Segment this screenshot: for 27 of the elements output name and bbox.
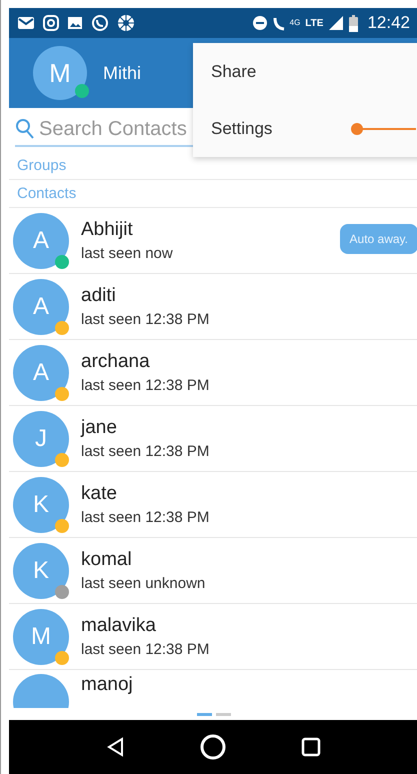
network-type: 4G — [290, 18, 300, 27]
last-seen-text: last seen 12:38 PM — [81, 311, 210, 328]
contact-name: komal — [81, 549, 133, 571]
contact-avatar: J — [13, 410, 69, 466]
last-seen-text: last seen 12:38 PM — [81, 641, 210, 658]
last-seen-text: last seen 12:38 PM — [81, 377, 210, 394]
profile-name: Mithi — [103, 62, 142, 84]
last-seen-text: last seen 12:38 PM — [81, 443, 210, 460]
last-seen-text: last seen 12:38 PM — [81, 509, 210, 526]
contact-avatar: A — [13, 344, 69, 400]
contact-name: malavika — [81, 615, 157, 637]
contact-name: manoj — [81, 674, 133, 696]
last-seen-text: last seen unknown — [81, 575, 206, 592]
clock-time: 12:42 — [367, 13, 410, 33]
contact-avatar: M — [13, 608, 69, 664]
last-seen-text: last seen now — [81, 245, 173, 262]
network-type: LTE — [305, 18, 324, 29]
contact-name: aditi — [81, 285, 117, 307]
contact-avatar: K — [13, 542, 69, 598]
contact-avatar: K — [13, 476, 69, 532]
contact-name: jane — [81, 417, 118, 439]
contact-avatar: A — [13, 212, 69, 268]
contact-avatar: A — [13, 278, 69, 334]
contact-name: archana — [81, 351, 151, 373]
contact-name: Abhijit — [81, 219, 134, 241]
contact-name: kate — [81, 483, 118, 505]
status-bubble: Auto away. — [340, 224, 417, 254]
